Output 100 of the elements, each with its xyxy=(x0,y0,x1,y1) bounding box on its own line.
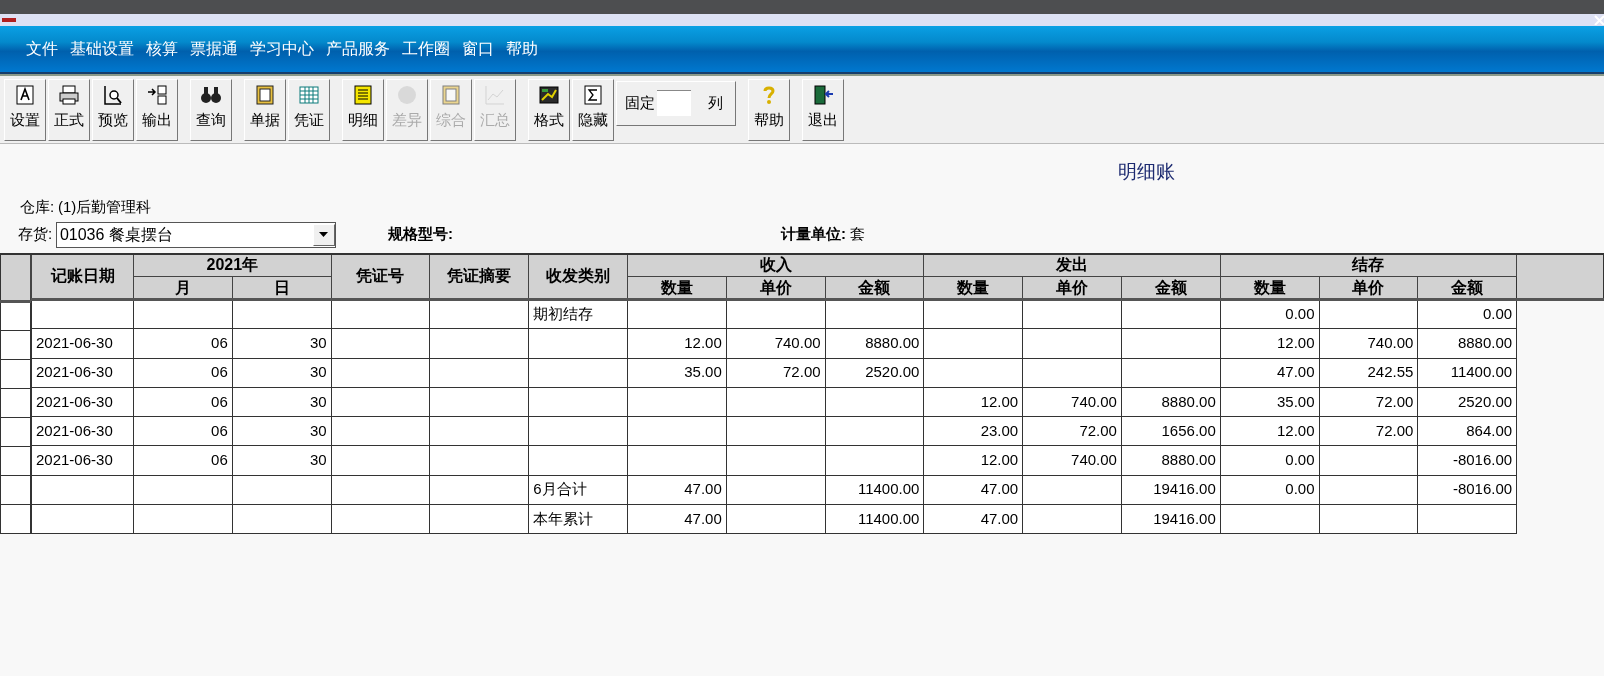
table-cell: 1656.00 xyxy=(1121,416,1221,446)
table-cell: 47.00 xyxy=(923,475,1023,505)
table-cell: 47.00 xyxy=(1220,358,1320,388)
table-cell: 8880.00 xyxy=(1417,328,1517,358)
toolbar-button[interactable]: 格式 xyxy=(528,78,570,141)
row-header xyxy=(0,417,31,447)
table-cell: 47.00 xyxy=(627,504,727,534)
toolbar-button[interactable]: 退出 xyxy=(802,78,844,141)
table-cell: 12.00 xyxy=(1220,328,1320,358)
table-cell: 06 xyxy=(133,328,233,358)
table-cell: 242.55 xyxy=(1319,358,1418,388)
row-header xyxy=(0,359,31,389)
toolbar-button[interactable]: 设置 xyxy=(4,78,46,141)
row-header xyxy=(0,446,31,476)
table-cell: 2520.00 xyxy=(825,358,924,388)
menu-item[interactable]: 学习中心 xyxy=(250,37,314,61)
table-cell: 35.00 xyxy=(1220,387,1320,417)
table-cell: 11400.00 xyxy=(825,504,924,534)
column-count-field[interactable] xyxy=(657,90,691,116)
table-cell: 8880.00 xyxy=(1121,387,1221,417)
table-cell: 72.00 xyxy=(1022,416,1122,446)
table-cell: 12.00 xyxy=(1220,416,1320,446)
table-cell: -8016.00 xyxy=(1417,475,1517,505)
column-header: 记账日期 xyxy=(31,253,134,300)
table-cell: 0.00 xyxy=(1417,299,1517,329)
table-cell: 72.00 xyxy=(1319,387,1418,417)
toolbar-button[interactable]: 明细 xyxy=(342,78,384,141)
menu-item[interactable]: 核算 xyxy=(146,37,178,61)
toolbar-button[interactable]: 正式 xyxy=(48,78,90,141)
preview-icon xyxy=(102,83,124,106)
toolbar-button[interactable]: 预览 xyxy=(92,78,134,141)
setup-icon xyxy=(14,83,36,106)
table-cell: 740.00 xyxy=(1319,328,1418,358)
table-cell: 11400.00 xyxy=(825,475,924,505)
table-cell: 2021-06-30 xyxy=(31,445,134,475)
table-cell: 740.00 xyxy=(726,328,826,358)
table-cell: 864.00 xyxy=(1417,416,1517,446)
table-cell: 35.00 xyxy=(627,358,727,388)
inventory-label: 存货: xyxy=(18,224,53,245)
table-cell: 06 xyxy=(133,445,233,475)
menu-item[interactable]: 票据通 xyxy=(190,37,238,61)
printer-icon xyxy=(58,83,80,106)
toolbar-button[interactable]: 帮助 xyxy=(748,78,790,141)
table-cell: 12.00 xyxy=(923,387,1023,417)
export-icon xyxy=(146,83,168,106)
toolbar-button[interactable]: 凭证 xyxy=(288,78,330,141)
table-cell: 2520.00 xyxy=(1417,387,1517,417)
table-cell: 19416.00 xyxy=(1121,475,1221,505)
menu-item[interactable]: 帮助 xyxy=(506,37,538,61)
report-title: 明细账 xyxy=(1118,160,1175,184)
table-cell: 0.00 xyxy=(1220,299,1320,329)
column-header: 2021年 xyxy=(133,253,332,277)
column-header: 金额 xyxy=(825,276,924,300)
app-icon xyxy=(2,17,16,23)
table-cell: 740.00 xyxy=(1022,387,1122,417)
menu-item[interactable]: 基础设置 xyxy=(70,37,134,61)
table-cell: 72.00 xyxy=(726,358,826,388)
table-cell: 06 xyxy=(133,387,233,417)
table-cell: 47.00 xyxy=(923,504,1023,534)
column-header: 凭证摘要 xyxy=(429,253,529,300)
inventory-dropdown[interactable]: 01036 餐桌摆台 xyxy=(55,221,336,248)
dropdown-arrow-icon xyxy=(319,232,329,237)
table-cell: 72.00 xyxy=(1319,416,1418,446)
unit-label: 计量单位: xyxy=(780,224,846,245)
document-icon xyxy=(254,83,276,106)
grid-icon xyxy=(298,83,320,106)
table-cell: 47.00 xyxy=(627,475,727,505)
table-cell: 23.00 xyxy=(923,416,1023,446)
menu-item[interactable]: 窗口 xyxy=(462,37,494,61)
toolbar-button[interactable]: 隐藏 xyxy=(572,78,614,141)
table-cell: -8016.00 xyxy=(1417,445,1517,475)
toolbar-button[interactable]: 输出 xyxy=(136,78,178,141)
toolbar-button[interactable]: 单据 xyxy=(244,78,286,141)
row-header xyxy=(0,330,31,360)
table-cell: 8880.00 xyxy=(825,328,924,358)
table-cell: 12.00 xyxy=(627,328,727,358)
table-cell: 06 xyxy=(133,416,233,446)
column-header: 凭证号 xyxy=(331,253,430,300)
list-icon xyxy=(352,83,374,106)
row-header xyxy=(0,504,31,534)
menu-item[interactable]: 工作圈 xyxy=(402,37,450,61)
fixed-label: 固定 xyxy=(625,92,655,113)
table-cell: 11400.00 xyxy=(1417,358,1517,388)
table-cell: 8880.00 xyxy=(1121,445,1221,475)
table-cell: 0.00 xyxy=(1220,445,1320,475)
warehouse-value: (1)后勤管理科 xyxy=(57,197,152,218)
document-icon xyxy=(440,83,462,106)
table-cell: 19416.00 xyxy=(1121,504,1221,534)
table-cell: 30 xyxy=(232,328,332,358)
table-cell: 740.00 xyxy=(1022,445,1122,475)
exit-door-icon xyxy=(812,83,834,106)
chart-icon xyxy=(484,83,506,106)
column-header: 结存 xyxy=(1220,253,1517,277)
table-cell: 30 xyxy=(232,387,332,417)
table-cell: 30 xyxy=(232,445,332,475)
menu-item[interactable]: 产品服务 xyxy=(326,37,390,61)
column-header: 收入 xyxy=(627,253,924,277)
menu-item[interactable]: 文件 xyxy=(26,37,58,61)
toolbar-button[interactable]: 查询 xyxy=(190,78,232,141)
table-cell: 本年累计 xyxy=(528,504,628,534)
